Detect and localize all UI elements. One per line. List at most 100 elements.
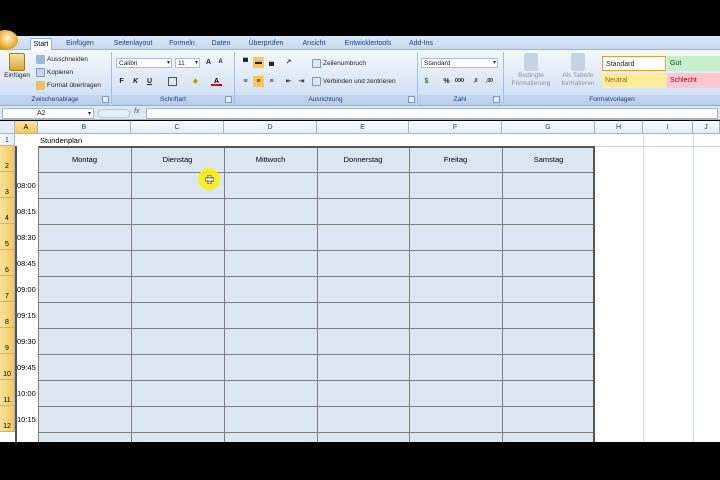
style-standard[interactable]: Standard bbox=[602, 56, 666, 71]
increase-decimal-icon[interactable]: ,0 bbox=[470, 76, 481, 87]
row-header-11[interactable]: 11 bbox=[0, 380, 15, 406]
font-dialog-launcher[interactable] bbox=[225, 96, 232, 103]
shrink-font-button[interactable]: A bbox=[215, 57, 226, 68]
time-label: 09:45 bbox=[17, 363, 36, 372]
column-header-c[interactable]: C bbox=[131, 121, 224, 134]
align-middle-icon[interactable]: ▬ bbox=[253, 57, 264, 68]
column-header-g[interactable]: G bbox=[502, 121, 595, 134]
row-header-3[interactable]: 3 bbox=[0, 172, 15, 198]
font-size-value: 11 bbox=[178, 60, 185, 67]
office-logo-icon bbox=[0, 30, 18, 50]
tab-start[interactable]: Start bbox=[30, 38, 52, 50]
tab-ansicht[interactable]: Ansicht bbox=[298, 38, 330, 50]
tab-formeln[interactable]: Formeln bbox=[166, 38, 198, 50]
number-dialog-launcher[interactable] bbox=[493, 96, 500, 103]
conditional-formatting-icon bbox=[524, 53, 538, 71]
row-header-4[interactable]: 4 bbox=[0, 198, 15, 224]
time-label: 09:00 bbox=[17, 285, 36, 294]
style-bad[interactable]: Schlecht bbox=[667, 73, 720, 88]
video-letterbox-bottom bbox=[0, 442, 720, 480]
column-header-f[interactable]: F bbox=[409, 121, 502, 134]
paste-label: Einfügen bbox=[4, 72, 30, 79]
increase-indent-icon[interactable]: ⇥ bbox=[296, 76, 307, 87]
number-format-combo[interactable]: Standard ▾ bbox=[421, 58, 498, 68]
tab-daten[interactable]: Daten bbox=[208, 38, 234, 50]
currency-icon[interactable]: $ bbox=[421, 76, 432, 87]
time-label: 09:30 bbox=[17, 337, 36, 346]
borders-icon[interactable] bbox=[168, 77, 177, 86]
video-letterbox-top bbox=[0, 0, 720, 36]
column-header-a[interactable]: A bbox=[15, 121, 38, 134]
office-button[interactable] bbox=[0, 30, 22, 50]
thousands-button[interactable]: 000 bbox=[454, 76, 465, 87]
tab-seitenlayout[interactable]: Seitenlayout bbox=[110, 38, 156, 50]
alignment-dialog-launcher[interactable] bbox=[408, 96, 415, 103]
decrease-decimal-icon[interactable]: ,00 bbox=[484, 76, 495, 87]
align-center-icon[interactable]: ≡ bbox=[253, 76, 264, 87]
tab-einfuegen[interactable]: Einfügen bbox=[62, 38, 98, 50]
row-header-2[interactable]: 2 bbox=[0, 146, 15, 172]
row-header-10[interactable]: 10 bbox=[0, 354, 15, 380]
row-header-6[interactable]: 6 bbox=[0, 250, 15, 276]
tab-ueberpruefen[interactable]: Überprüfen bbox=[244, 38, 288, 50]
cut-button[interactable]: Ausschneiden bbox=[36, 54, 88, 65]
align-left-icon[interactable]: ≡ bbox=[240, 76, 251, 87]
insert-function-button[interactable]: fx bbox=[134, 108, 139, 115]
day-header: Samstag bbox=[533, 155, 564, 164]
paste-button[interactable]: Einfügen bbox=[3, 53, 31, 80]
style-good[interactable]: Gut bbox=[667, 56, 720, 71]
align-right-icon[interactable]: ≡ bbox=[266, 76, 277, 87]
font-color-icon[interactable]: A bbox=[211, 76, 222, 86]
number-format-value: Standard bbox=[424, 60, 451, 67]
copy-button[interactable]: Kopieren bbox=[36, 67, 73, 78]
table-gridline bbox=[38, 146, 39, 442]
gridline bbox=[643, 134, 644, 442]
percent-button[interactable]: % bbox=[441, 76, 452, 87]
align-bottom-icon[interactable]: ▄ bbox=[266, 57, 277, 68]
row-header-1[interactable]: 1 bbox=[0, 134, 15, 146]
row-header-9[interactable]: 9 bbox=[0, 328, 15, 354]
column-header-h[interactable]: H bbox=[595, 121, 643, 134]
wrap-text-button[interactable]: Zeilenumbruch bbox=[312, 58, 366, 69]
merge-center-button[interactable]: Verbinden und zentrieren bbox=[312, 76, 396, 87]
select-all-button[interactable] bbox=[0, 121, 15, 134]
format-painter-button[interactable]: Format übertragen bbox=[36, 80, 101, 91]
fill-color-icon[interactable]: ◆ bbox=[190, 76, 201, 87]
font-size-combo[interactable]: 11 ▾ bbox=[175, 58, 200, 68]
schedule-table-border bbox=[15, 146, 595, 442]
chevron-down-icon: ▾ bbox=[492, 60, 496, 66]
row-header-12[interactable]: 12 bbox=[0, 406, 15, 432]
gridline bbox=[693, 134, 694, 442]
tab-add-ins[interactable]: Add-Ins bbox=[404, 38, 438, 50]
row-header-8[interactable]: 8 bbox=[0, 302, 15, 328]
italic-button[interactable]: K bbox=[130, 76, 141, 87]
row-header-7[interactable]: 7 bbox=[0, 276, 15, 302]
column-header-d[interactable]: D bbox=[224, 121, 317, 134]
name-box[interactable]: A2 ▾ bbox=[2, 108, 94, 119]
underline-button[interactable]: U bbox=[144, 76, 155, 87]
name-box-value: A2 bbox=[37, 110, 46, 117]
tab-entwicklertools[interactable]: Entwicklertools bbox=[340, 38, 396, 50]
wrap-text-icon bbox=[312, 58, 321, 68]
day-header: Dienstag bbox=[162, 155, 193, 164]
grow-font-button[interactable]: A bbox=[203, 57, 214, 68]
day-header: Montag bbox=[71, 155, 98, 164]
format-as-table-button[interactable]: Als Tabelle formatieren bbox=[556, 53, 600, 88]
clipboard-dialog-launcher[interactable] bbox=[102, 96, 109, 103]
column-header-i[interactable]: I bbox=[643, 121, 693, 134]
column-header-j[interactable]: J bbox=[693, 121, 720, 134]
bold-button[interactable]: F bbox=[116, 76, 127, 87]
align-top-icon[interactable]: ▀ bbox=[240, 57, 251, 68]
column-header-b[interactable]: B bbox=[38, 121, 131, 134]
font-name-combo[interactable]: Calibri ▾ bbox=[116, 58, 172, 68]
font-name-value: Calibri bbox=[119, 60, 138, 67]
conditional-formatting-button[interactable]: Bedingte Formatierung bbox=[506, 53, 556, 88]
conditional-formatting-label: Bedingte Formatierung bbox=[511, 72, 551, 87]
orientation-icon[interactable]: ↗ bbox=[283, 57, 294, 68]
formula-bar-resize-handle[interactable] bbox=[98, 109, 130, 118]
style-neutral[interactable]: Neutral bbox=[602, 73, 666, 88]
row-header-5[interactable]: 5 bbox=[0, 224, 15, 250]
formula-input[interactable] bbox=[146, 108, 718, 119]
decrease-indent-icon[interactable]: ⇤ bbox=[283, 76, 294, 87]
column-header-e[interactable]: E bbox=[317, 121, 409, 134]
